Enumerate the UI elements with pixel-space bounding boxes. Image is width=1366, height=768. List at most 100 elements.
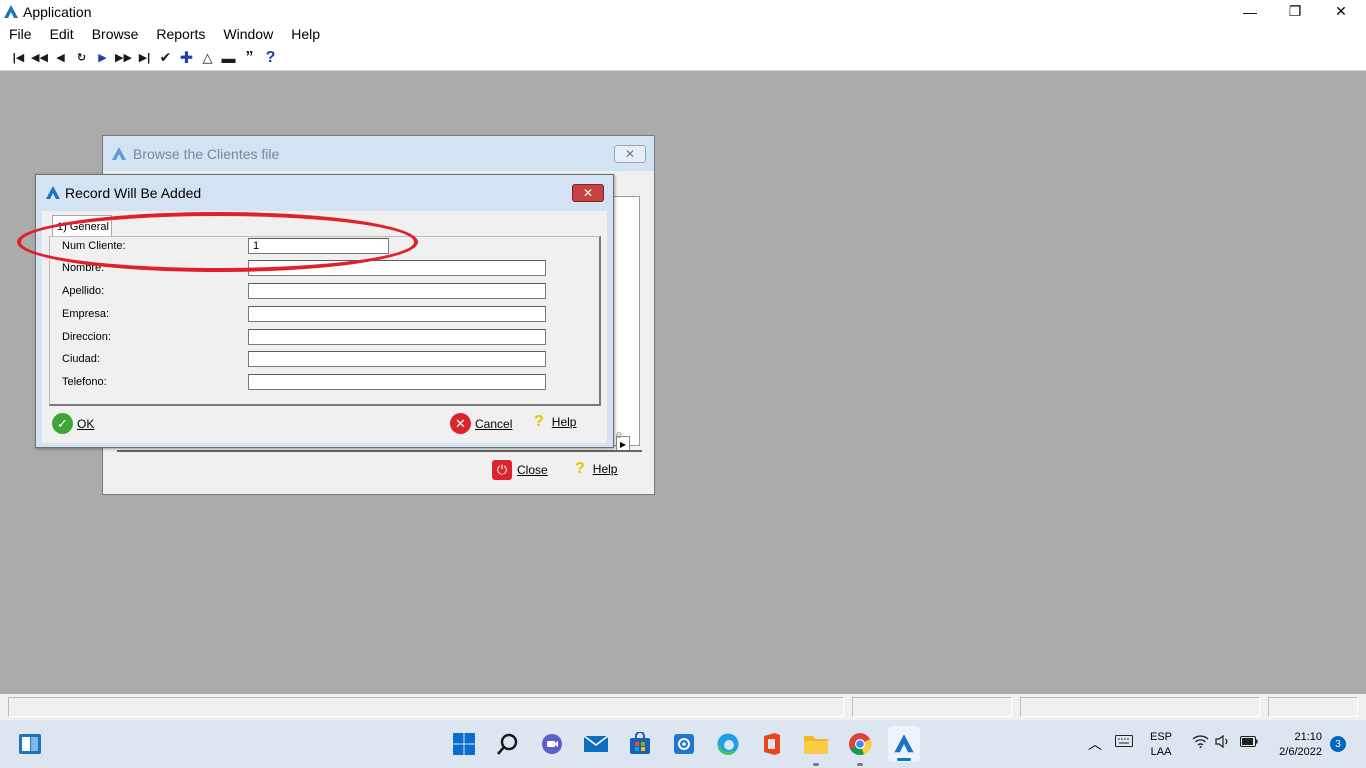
office-button[interactable] [758,730,786,758]
wifi-icon [1192,735,1209,748]
first-record-icon: |◀ [12,52,25,64]
settings-button[interactable] [670,730,698,758]
clock-time: 21:10 [1294,731,1322,743]
clock-date: 2/6/2022 [1279,746,1322,758]
apellido-label: Apellido: [62,285,105,297]
menu-window[interactable]: Window [214,26,282,42]
language-label: ESP [1150,731,1173,743]
dialog-titlebar: Record Will Be Added ✕ [36,175,613,211]
keyboard-layout-label: LAA [1150,746,1172,758]
ok-button-label: OK [77,416,95,431]
apellido-input[interactable] [248,283,546,299]
first-record-button[interactable]: |◀ [8,48,29,68]
language-indicator[interactable]: ESP LAA [1150,730,1172,760]
dialog-close-button[interactable]: ✕ [572,184,604,202]
next-page-button[interactable]: ▶▶ [113,48,134,68]
last-record-icon: ▶| [138,52,151,64]
direccion-label: Direccion: [62,331,111,343]
browse-help-button[interactable]: ? Help [575,460,617,478]
minimize-button[interactable]: — [1227,0,1273,23]
store-button[interactable] [626,730,654,758]
dialog-help-button[interactable]: ? Help [534,413,576,431]
edge-icon [717,733,739,755]
clock[interactable]: 21:10 2/6/2022 [1272,730,1322,760]
delete-minus-icon: ▬ [221,49,236,66]
dialog-title: Record Will Be Added [65,185,202,201]
empresa-label: Empresa: [62,308,110,320]
menu-browse[interactable]: Browse [83,26,148,42]
notification-badge[interactable]: 3 [1330,736,1346,752]
browse-window-title: Browse the Clientes file [133,145,280,162]
close-icon: ✕ [1335,3,1347,19]
close-icon: ✕ [582,186,594,200]
browse-close-window-button[interactable]: ✕ [614,145,646,163]
ditto-button[interactable]: ” [239,48,260,68]
field-row-direccion: Direccion: [62,328,546,346]
change-button[interactable]: △ [197,48,218,68]
chat-button[interactable] [538,730,566,758]
browse-close-button[interactable]: ⏻ Close [492,460,548,480]
widgets-button[interactable] [16,730,44,758]
previous-page-button[interactable]: ◀◀ [29,48,50,68]
menu-help[interactable]: Help [282,26,329,42]
mail-button[interactable] [582,730,610,758]
menu-edit[interactable]: Edit [41,26,83,42]
refresh-button[interactable]: ↻ [71,48,92,68]
cancel-button-label: Cancel [475,416,513,431]
select-button[interactable]: ✔ [155,48,176,68]
start-icon [453,733,475,755]
last-record-button[interactable]: ▶| [134,48,155,68]
next-record-icon: ▶ [98,52,107,64]
settings-icon [674,734,694,754]
search-button[interactable] [494,730,522,758]
show-hidden-icons-button[interactable]: ︿ [1088,734,1102,754]
keyboard-button[interactable] [1115,735,1133,750]
previous-record-button[interactable]: ◀ [50,48,71,68]
previous-page-icon: ◀◀ [31,52,48,64]
chrome-button[interactable] [846,730,874,766]
direccion-input[interactable] [248,329,546,345]
help-toolbar-button[interactable]: ? [260,48,281,68]
cancel-x-icon: ✕ [450,413,471,434]
volume-button[interactable] [1215,734,1231,751]
telefono-input[interactable] [248,374,546,390]
next-record-button[interactable]: ▶ [92,48,113,68]
office-icon [764,733,780,755]
menu-bar: File Edit Browse Reports Window Help [0,23,1366,45]
maximize-button[interactable]: ❐ [1272,0,1318,23]
edge-button[interactable] [714,730,742,758]
window-title: Application [23,3,92,20]
restore-icon: ❐ [1288,3,1302,19]
empresa-input[interactable] [248,306,546,322]
ciudad-input[interactable] [248,351,546,367]
close-icon: ✕ [624,147,636,161]
ok-button[interactable]: ✓ OK [52,413,94,434]
close-window-button[interactable]: ✕ [1318,0,1364,23]
file-explorer-icon [804,736,828,754]
select-check-icon: ✔ [159,49,172,65]
insert-button[interactable]: ✚ [176,48,197,68]
wifi-button[interactable] [1192,735,1209,751]
battery-icon [1240,736,1258,747]
menu-reports[interactable]: Reports [147,26,214,42]
field-row-telefono: Telefono: [62,373,546,391]
field-row-empresa: Empresa: [62,305,546,323]
change-triangle-icon: △ [202,49,213,65]
start-button[interactable] [450,730,478,758]
menu-file[interactable]: File [0,26,41,42]
browse-window-titlebar: Browse the Clientes file ✕ [103,136,654,171]
cancel-button[interactable]: ✕ Cancel [450,413,512,434]
search-icon [497,733,518,755]
active-indicator [897,758,911,761]
application-icon [4,4,18,18]
running-indicator [813,763,819,766]
field-row-ciudad: Ciudad: [62,350,546,368]
close-button-label: Close [517,463,548,477]
application-taskbar-button[interactable] [888,726,920,762]
running-indicator [857,763,863,766]
file-explorer-button[interactable] [802,730,830,766]
mail-icon [583,735,609,752]
battery-button[interactable] [1240,736,1258,750]
chevron-up-icon: ︿ [1088,736,1102,752]
delete-button[interactable]: ▬ [218,48,239,68]
